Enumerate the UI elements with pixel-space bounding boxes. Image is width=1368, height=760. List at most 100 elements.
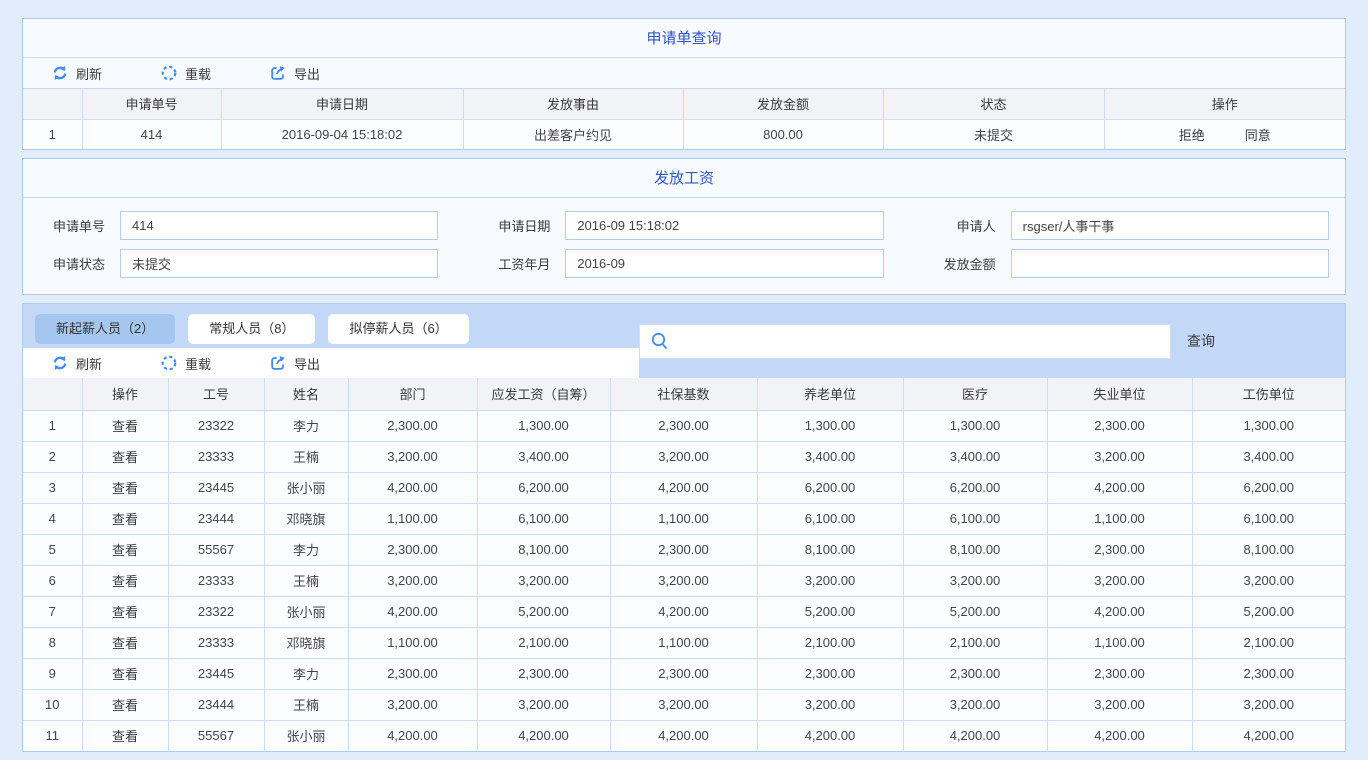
view-button[interactable]: 查看 [112,729,138,744]
injury-unit-cell: 3,200.00 [1192,689,1345,720]
emp-no-cell: 23333 [168,441,264,472]
payroll-form: 申请单号 申请日期 申请人 申请状态 工资年月 发放金额 [23,198,1345,294]
reject-button[interactable]: 拒绝 [1179,128,1205,143]
operation-cell: 查看 [82,503,168,534]
emp-no-cell: 23444 [168,503,264,534]
social-base-cell: 3,200.00 [610,441,757,472]
row-index: 9 [23,658,82,689]
column-header: 状态 [883,89,1104,119]
row-index: 7 [23,596,82,627]
export-button[interactable]: 导出 [269,354,320,373]
apply-date-input[interactable] [565,211,883,240]
view-button[interactable]: 查看 [112,667,138,682]
apply-date-field: 申请日期 [482,211,883,240]
search-button[interactable]: 查询 [1187,331,1215,351]
column-header: 社保基数 [610,378,757,410]
emp-no-cell: 23322 [168,410,264,441]
operation-cell: 查看 [82,627,168,658]
view-button[interactable]: 查看 [112,543,138,558]
apply-status-field: 申请状态 [37,249,438,278]
column-header: 工伤单位 [1192,378,1345,410]
column-header [23,89,82,119]
dept-cell: 4,200.00 [348,720,477,751]
row-index: 1 [23,119,82,149]
refresh-button[interactable]: 刷新 [51,64,102,83]
tab-regular[interactable]: 常规人员（8） [188,314,315,344]
emp-no-cell: 23333 [168,627,264,658]
personnel-toolbar: 刷新 重载 [23,348,639,378]
personnel-row: 7查看23322张小丽4,200.005,200.004,200.005,200… [23,596,1345,627]
column-header: 发放金额 [683,89,883,119]
medical-cell: 6,200.00 [903,472,1047,503]
search-input[interactable] [678,325,1170,358]
applicant-input[interactable] [1011,211,1329,240]
reload-button[interactable]: 重载 [160,354,211,373]
personnel-header-left: 新起薪人员（2） 常规人员（8） 拟停薪人员（6） [23,304,639,378]
dept-cell: 2,300.00 [348,658,477,689]
row-index: 1 [23,410,82,441]
applicant-label: 申请人 [928,216,996,235]
injury-unit-cell: 3,400.00 [1192,441,1345,472]
unemployment-unit-cell: 1,100.00 [1047,627,1192,658]
applicant-field: 申请人 [928,211,1329,240]
dept-cell: 3,200.00 [348,689,477,720]
emp-no-cell: 55567 [168,720,264,751]
apply-status-input[interactable] [120,249,438,278]
refresh-button[interactable]: 刷新 [51,354,102,373]
gross-salary-cell: 3,200.00 [477,565,610,596]
view-button[interactable]: 查看 [112,605,138,620]
view-button[interactable]: 查看 [112,512,138,527]
personnel-row: 9查看23445李力2,300.002,300.002,300.002,300.… [23,658,1345,689]
emp-no-cell: 23333 [168,565,264,596]
export-label: 导出 [294,64,320,83]
approve-button[interactable]: 同意 [1245,128,1271,143]
grant-amount-label: 发放金额 [928,254,996,273]
tab-new-salary[interactable]: 新起薪人员（2） [35,314,175,344]
export-button[interactable]: 导出 [269,64,320,83]
row-index: 3 [23,472,82,503]
personnel-header-right: 查询 [639,304,1345,378]
operation-cell: 查看 [82,689,168,720]
reload-button[interactable]: 重载 [160,64,211,83]
operation-cell: 查看 [82,534,168,565]
personnel-table: 操作工号姓名部门应发工资（自筹）社保基数养老单位医疗失业单位工伤单位 1 查看 23… [23,378,1345,751]
personnel-row: 4查看23444邓晓旗1,100.006,100.001,100.006,100… [23,503,1345,534]
injury-unit-cell: 6,200.00 [1192,472,1345,503]
tab-suspend-salary[interactable]: 拟停薪人员（6） [328,314,468,344]
request-table-body: 14142016-09-04 15:18:02出差客户约见800.00未提交拒绝… [23,119,1345,149]
pension-unit-cell: 3,400.00 [757,441,903,472]
view-button[interactable]: 查看 [112,636,138,651]
unemployment-unit-cell: 4,200.00 [1047,472,1192,503]
row-index: 10 [23,689,82,720]
personnel-row: 10查看23444王楠3,200.003,200.003,200.003,200… [23,689,1345,720]
personnel-table-header-row: 操作工号姓名部门应发工资（自筹）社保基数养老单位医疗失业单位工伤单位 [23,378,1345,410]
name-cell: 李力 [264,658,348,689]
salary-month-input[interactable] [565,249,883,278]
name-cell: 张小丽 [264,720,348,751]
medical-cell: 1,300.00 [903,410,1047,441]
column-header: 操作 [82,378,168,410]
view-button[interactable]: 查看 [112,698,138,713]
column-header: 失业单位 [1047,378,1192,410]
emp-no-cell: 23445 [168,472,264,503]
view-button[interactable]: 查看 [112,419,138,434]
gross-salary-cell: 3,200.00 [477,689,610,720]
dept-cell: 4,200.00 [348,596,477,627]
personnel-row: 6查看23333王楠3,200.003,200.003,200.003,200.… [23,565,1345,596]
pension-unit-cell: 2,300.00 [757,658,903,689]
view-button[interactable]: 查看 [112,481,138,496]
order-no-input[interactable] [120,211,438,240]
unemployment-unit-cell: 1,100.00 [1047,503,1192,534]
injury-unit-cell: 8,100.00 [1192,534,1345,565]
reload-label: 重载 [185,354,211,373]
name-cell: 张小丽 [264,596,348,627]
column-header: 应发工资（自筹） [477,378,610,410]
operation-cell: 查看 [82,720,168,751]
view-button[interactable]: 查看 [112,574,138,589]
refresh-icon [51,354,69,372]
payroll-panel-title: 发放工资 [23,159,1345,198]
grant-amount-input[interactable] [1011,249,1329,278]
column-header: 医疗 [903,378,1047,410]
actions-cell: 拒绝 同意 [1104,119,1345,149]
view-button[interactable]: 查看 [112,450,138,465]
